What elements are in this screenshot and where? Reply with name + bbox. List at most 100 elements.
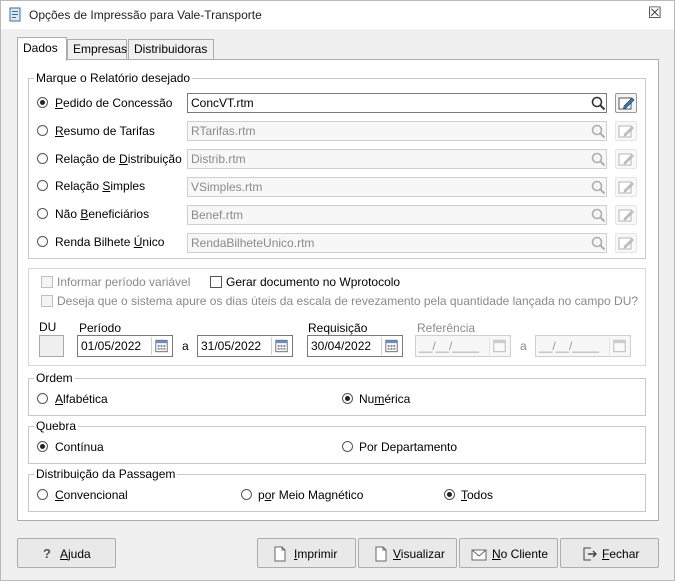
report-radio-concessao[interactable] <box>37 97 48 108</box>
ordem-radio-alfabetica[interactable] <box>37 393 48 404</box>
periodo-start-field[interactable]: 01/05/2022 <box>77 335 173 357</box>
document-icon <box>375 546 387 562</box>
report-radio-bilhete-unico[interactable] <box>37 236 48 247</box>
edit-icon <box>618 97 635 110</box>
edit-icon <box>618 125 634 138</box>
report-radio-beneficiarios[interactable] <box>37 208 48 219</box>
informar-periodo-label: Informar período variável <box>57 275 191 289</box>
distribuicao-radio-magnetico[interactable] <box>241 489 252 500</box>
tab-distribuidoras[interactable]: Distribuidoras <box>128 39 214 59</box>
report-file-simples: VSimples.rtm <box>187 177 607 197</box>
report-radio-simples[interactable] <box>37 180 48 191</box>
edit-icon <box>618 153 634 166</box>
ordem-legend: Ordem <box>34 371 75 385</box>
search-icon[interactable] <box>589 94 609 112</box>
distribuicao-group: Distribuição da Passagem Convencional po… <box>28 467 646 512</box>
calendar-icon[interactable] <box>271 337 291 355</box>
referencia-start-field: __/__/____ <box>415 335 511 357</box>
requisicao-field[interactable]: 30/04/2022 <box>307 335 403 357</box>
gerar-documento-checkbox[interactable] <box>210 276 222 288</box>
calendar-icon <box>609 337 626 355</box>
window-title: Opções de Impressão para Vale-Transporte <box>29 8 262 22</box>
quebra-radio-continua[interactable] <box>37 441 48 452</box>
search-icon <box>591 152 606 167</box>
report-radio-distribuicao[interactable] <box>37 153 48 164</box>
search-icon <box>591 124 606 139</box>
referencia-label: Referência <box>417 321 476 335</box>
distribuicao-radio-convencional[interactable] <box>37 489 48 500</box>
distribuicao-label-convencional[interactable]: Convencional <box>55 488 128 502</box>
distribuicao-label-todos[interactable]: Todos <box>461 488 493 502</box>
ordem-label-numerica[interactable]: Numérica <box>359 392 410 406</box>
close-icon[interactable]: ☒ <box>648 6 662 22</box>
tab-dados[interactable]: Dados <box>17 37 67 61</box>
print-options-dialog: Opções de Impressão para Vale-Transporte… <box>0 0 675 581</box>
app-printer-icon <box>9 7 21 22</box>
quebra-label-departamento[interactable]: Por Departamento <box>359 440 457 454</box>
report-label-bilhete-unico[interactable]: Renda Bilhete Único <box>55 235 164 249</box>
report-radio-tarifas[interactable] <box>37 125 48 136</box>
calendar-icon <box>489 337 506 355</box>
gerar-documento-label[interactable]: Gerar documento no Wprotocolo <box>226 275 400 289</box>
apurar-dias-checkbox <box>41 295 53 307</box>
report-group: Marque o Relatório desejado Pedido de Co… <box>28 71 646 259</box>
periodo-end-field[interactable]: 31/05/2022 <box>197 335 293 357</box>
report-label-concessao[interactable]: Pedido de Concessão <box>55 96 172 110</box>
no-cliente-button[interactable]: No Cliente <box>459 538 558 568</box>
periodo-separator: a <box>182 339 189 353</box>
du-label: DU <box>39 320 57 334</box>
du-field <box>39 335 64 357</box>
calendar-icon[interactable] <box>381 337 401 355</box>
report-label-beneficiarios[interactable]: Não Beneficiários <box>55 207 149 221</box>
edit-report-button <box>615 121 637 141</box>
distribuicao-label-magnetico[interactable]: por Meio Magnético <box>258 488 363 502</box>
edit-report-button[interactable] <box>615 93 637 113</box>
edit-icon <box>618 209 634 222</box>
quebra-radio-departamento[interactable] <box>342 441 353 452</box>
periodo-label: Período <box>79 321 122 335</box>
edit-icon <box>618 237 634 250</box>
referencia-separator: a <box>520 339 527 353</box>
title-bar: Opções de Impressão para Vale-Transporte… <box>1 1 674 29</box>
edit-report-button <box>615 177 637 197</box>
search-icon <box>591 180 606 195</box>
visualizar-button[interactable]: Visualizar <box>358 538 457 568</box>
quebra-label-continua[interactable]: Contínua <box>55 440 104 454</box>
requisicao-label: Requisição <box>308 321 368 335</box>
calendar-icon[interactable] <box>151 337 171 355</box>
ordem-radio-numerica[interactable] <box>342 393 353 404</box>
report-file-beneficiarios: Benef.rtm <box>187 205 607 225</box>
ajuda-button[interactable]: ? Ajuda <box>17 538 116 568</box>
report-file-distribuicao: Distrib.rtm <box>187 149 607 169</box>
report-label-tarifas[interactable]: Resumo de Tarifas <box>55 124 155 138</box>
edit-report-button <box>615 149 637 169</box>
tab-empresas[interactable]: Empresas <box>67 39 127 59</box>
tab-panel-dados: Marque o Relatório desejado Pedido de Co… <box>17 59 659 521</box>
exit-icon <box>583 547 597 561</box>
report-group-legend: Marque o Relatório desejado <box>34 71 193 85</box>
help-icon: ? <box>43 546 51 561</box>
quebra-legend: Quebra <box>34 419 79 433</box>
distribuicao-radio-todos[interactable] <box>444 489 455 500</box>
distribuicao-legend: Distribuição da Passagem <box>34 467 178 481</box>
informar-periodo-checkbox <box>41 276 53 288</box>
mail-icon <box>471 549 487 561</box>
apurar-dias-label: Deseja que o sistema apure os dias úteis… <box>57 294 639 308</box>
imprimir-button[interactable]: Imprimir <box>257 538 356 568</box>
ordem-label-alfabetica[interactable]: Alfabética <box>55 392 108 406</box>
edit-report-button <box>615 205 637 225</box>
report-label-simples[interactable]: Relação Simples <box>55 179 145 193</box>
report-file-tarifas: RTarifas.rtm <box>187 121 607 141</box>
edit-icon <box>618 181 634 194</box>
referencia-end-field: __/__/____ <box>535 335 631 357</box>
document-icon <box>274 546 286 562</box>
fechar-button[interactable]: Fechar <box>560 538 659 568</box>
search-icon <box>591 208 606 223</box>
search-icon <box>591 236 606 251</box>
report-label-distribuicao[interactable]: Relação de Distribuição <box>55 152 182 166</box>
period-group: Informar período variável Gerar document… <box>28 268 646 366</box>
quebra-group: Quebra Contínua Por Departamento <box>28 419 646 464</box>
edit-report-button <box>615 233 637 253</box>
ordem-group: Ordem Alfabética Numérica <box>28 371 646 416</box>
report-file-concessao[interactable]: ConcVT.rtm <box>187 93 607 113</box>
